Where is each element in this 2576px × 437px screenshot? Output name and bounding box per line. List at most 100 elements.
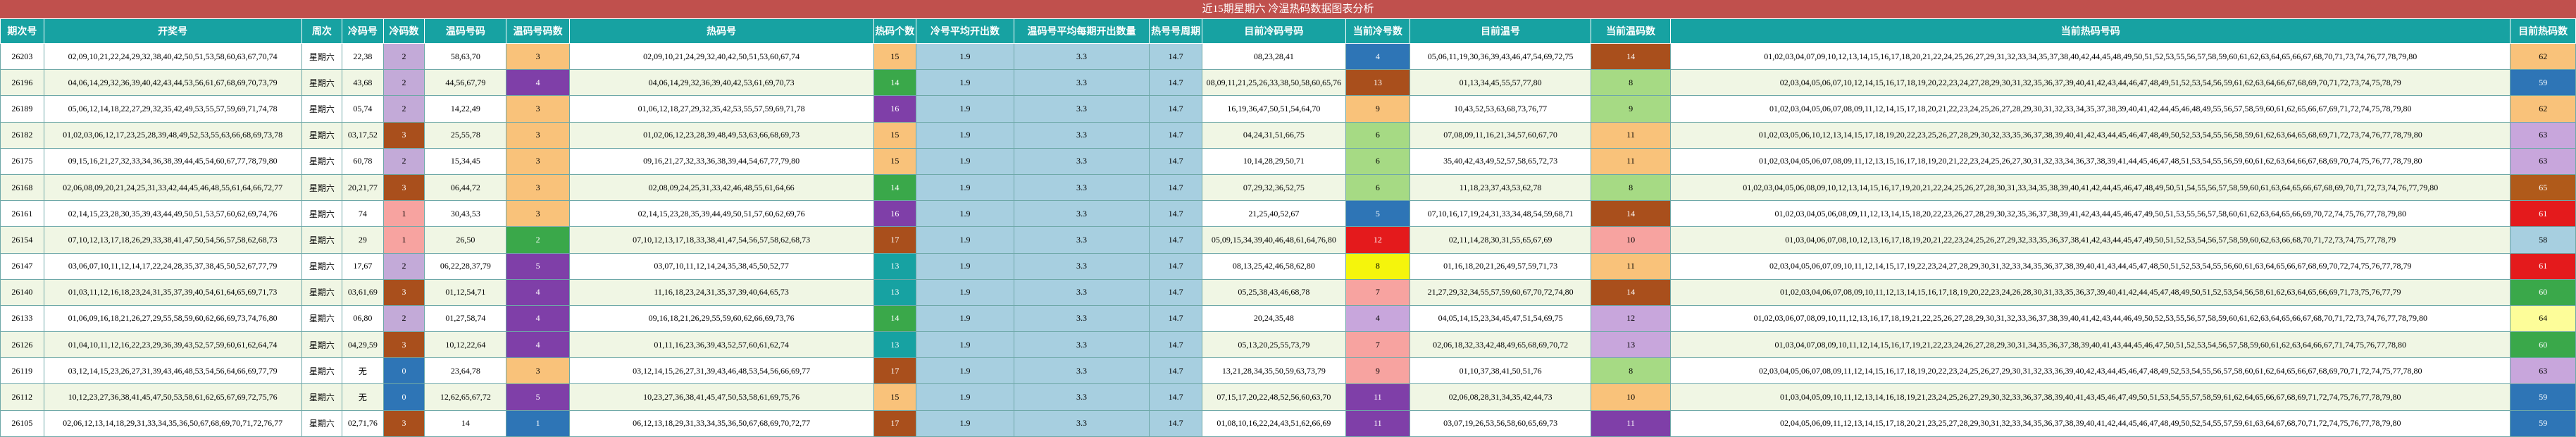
warm-count-cell: 4: [506, 69, 570, 97]
issue-cell: 26203: [0, 42, 44, 70]
warm-cell: 14: [424, 410, 507, 437]
cur-warm-count-cell: 11: [1591, 121, 1672, 149]
week-cell: 星期六: [301, 278, 343, 306]
cur-cold-count-cell: 6: [1345, 147, 1411, 175]
table-row: 26196 04,06,14,29,32,36,39,40,42,43,44,53…: [0, 69, 2576, 97]
hot-cell: 02,08,09,24,25,31,33,42,46,48,55,61,64,6…: [568, 173, 874, 202]
cur-warm-count-cell: 9: [1591, 95, 1672, 123]
week-cell: 星期六: [301, 147, 343, 175]
cold-avg-cell: 1.9: [916, 147, 1014, 175]
cur-cold-cell: 08,09,11,21,25,26,33,38,50,58,60,65,76: [1202, 69, 1346, 97]
hot-count-cell: 13: [873, 278, 917, 306]
numbers-cell: 05,06,12,14,18,22,27,29,32,35,42,49,53,5…: [43, 95, 302, 123]
cur-warm-count-cell: 11: [1591, 147, 1672, 175]
col-cold-avg-header: 冷号平均开出数: [916, 18, 1014, 44]
issue-cell: 26168: [0, 173, 44, 202]
cold-cell: 05,74: [342, 95, 384, 123]
cur-warm-count-cell: 11: [1591, 410, 1672, 437]
header-row: 期次号 开奖号 周次 冷码号 冷码数 温码号码 温码号码数 热码号 热码个数 冷号平均开出数 温码号…: [0, 18, 2576, 44]
cur-cold-count-cell: 6: [1345, 121, 1411, 149]
cur-hot-count-cell: 62: [2510, 42, 2576, 70]
hot-count-cell: 16: [873, 200, 917, 228]
table-row: 26119 03,12,14,15,23,26,27,31,39,43,46,48…: [0, 357, 2576, 385]
warm-avg-cell: 3.3: [1013, 357, 1150, 385]
cur-warm-count-cell: 8: [1591, 357, 1672, 385]
warm-avg-cell: 3.3: [1013, 42, 1150, 70]
cur-hot-cell: 02,03,04,05,06,07,08,09,11,12,14,15,16,1…: [1670, 357, 2511, 385]
week-cell: 星期六: [301, 42, 343, 70]
cur-hot-count-cell: 59: [2510, 410, 2576, 437]
cur-cold-cell: 21,25,40,52,67: [1202, 200, 1346, 228]
warm-avg-cell: 3.3: [1013, 278, 1150, 306]
cold-cell: 29: [342, 226, 384, 254]
col-cur-warm-count-header: 当前温码数: [1591, 18, 1672, 44]
numbers-cell: 02,09,10,21,22,24,29,32,38,40,42,50,51,5…: [43, 42, 302, 70]
warm-count-cell: 3: [506, 357, 570, 385]
warm-avg-cell: 3.3: [1013, 173, 1150, 202]
table-row: 26112 10,12,23,27,36,38,41,45,47,50,53,58…: [0, 383, 2576, 411]
warm-cell: 30,43,53: [424, 200, 507, 228]
cold-avg-cell: 1.9: [916, 226, 1014, 254]
cold-count-cell: 1: [382, 200, 425, 228]
hot-cycle-cell: 14.7: [1149, 42, 1203, 70]
cold-cell: 无: [342, 357, 384, 385]
cold-cell: 无: [342, 383, 384, 411]
warm-count-cell: 4: [506, 331, 570, 359]
warm-cell: 01,27,58,74: [424, 304, 507, 333]
warm-count-cell: 5: [506, 252, 570, 280]
cur-cold-count-cell: 6: [1345, 173, 1411, 202]
cur-warm-cell: 07,10,16,17,19,24,31,33,34,48,54,59,68,7…: [1410, 200, 1592, 228]
week-cell: 星期六: [301, 69, 343, 97]
issue-cell: 26175: [0, 147, 44, 175]
warm-count-cell: 3: [506, 95, 570, 123]
col-cold-header: 冷码号: [342, 18, 384, 44]
table-body: 26203 02,09,10,21,22,24,29,32,38,40,42,50…: [0, 42, 2576, 437]
week-cell: 星期六: [301, 331, 343, 359]
hot-cell: 09,16,21,27,32,33,36,38,39,44,54,67,77,7…: [568, 147, 874, 175]
cold-cell: 20,21,77: [342, 173, 384, 202]
cur-cold-count-cell: 4: [1345, 42, 1411, 70]
hot-cycle-cell: 14.7: [1149, 304, 1203, 333]
warm-count-cell: 4: [506, 278, 570, 306]
warm-count-cell: 3: [506, 121, 570, 149]
cur-hot-cell: 01,02,03,04,06,07,08,09,10,11,12,13,14,1…: [1670, 278, 2511, 306]
hot-cell: 03,07,10,11,12,14,24,35,38,45,50,52,77: [568, 252, 874, 280]
cur-hot-cell: 01,02,03,04,05,06,08,09,11,12,13,14,15,1…: [1670, 200, 2511, 228]
cold-count-cell: 1: [382, 226, 425, 254]
cur-warm-count-cell: 14: [1591, 42, 1672, 70]
warm-avg-cell: 3.3: [1013, 383, 1150, 411]
cur-hot-count-cell: 63: [2510, 357, 2576, 385]
cur-cold-count-cell: 8: [1345, 252, 1411, 280]
cur-warm-count-cell: 14: [1591, 200, 1672, 228]
cur-warm-cell: 01,13,34,45,55,57,77,80: [1410, 69, 1592, 97]
cur-hot-count-cell: 61: [2510, 200, 2576, 228]
hot-cell: 07,10,12,13,17,18,33,38,41,47,54,56,57,5…: [568, 226, 874, 254]
hot-cell: 10,23,27,36,38,41,45,47,50,53,58,61,69,7…: [568, 383, 874, 411]
cold-count-cell: 3: [382, 173, 425, 202]
col-issue-header: 期次号: [0, 18, 44, 44]
cur-cold-cell: 20,24,35,48: [1202, 304, 1346, 333]
warm-count-cell: 2: [506, 226, 570, 254]
table-row: 26189 05,06,12,14,18,22,27,29,32,35,42,49…: [0, 95, 2576, 123]
cur-warm-cell: 02,06,08,28,31,34,35,42,44,73: [1410, 383, 1592, 411]
cur-cold-cell: 16,19,36,47,50,51,54,64,70: [1202, 95, 1346, 123]
week-cell: 星期六: [301, 226, 343, 254]
numbers-cell: 07,10,12,13,17,18,26,29,33,38,41,47,50,5…: [43, 226, 302, 254]
table-row: 26133 01,06,09,16,18,21,26,27,29,55,58,59…: [0, 304, 2576, 333]
table-row: 26168 02,06,08,09,20,21,24,25,31,33,42,44…: [0, 173, 2576, 202]
warm-cell: 06,22,28,37,79: [424, 252, 507, 280]
warm-count-cell: 3: [506, 147, 570, 175]
cur-warm-count-cell: 12: [1591, 304, 1672, 333]
warm-cell: 44,56,67,79: [424, 69, 507, 97]
cur-hot-cell: 02,03,04,05,06,07,09,10,11,12,14,15,17,1…: [1670, 252, 2511, 280]
issue-cell: 26196: [0, 69, 44, 97]
cur-hot-cell: 01,02,03,06,07,08,09,10,11,12,13,16,17,1…: [1670, 304, 2511, 333]
cur-warm-count-cell: 11: [1591, 252, 1672, 280]
hot-count-cell: 17: [873, 357, 917, 385]
cur-cold-count-cell: 7: [1345, 331, 1411, 359]
table-row: 26140 01,03,11,12,16,18,23,24,31,35,37,39…: [0, 278, 2576, 306]
cur-warm-cell: 21,27,29,32,34,55,57,59,60,67,70,72,74,8…: [1410, 278, 1592, 306]
hot-cycle-cell: 14.7: [1149, 95, 1203, 123]
cur-hot-count-cell: 64: [2510, 304, 2576, 333]
hot-cycle-cell: 14.7: [1149, 331, 1203, 359]
